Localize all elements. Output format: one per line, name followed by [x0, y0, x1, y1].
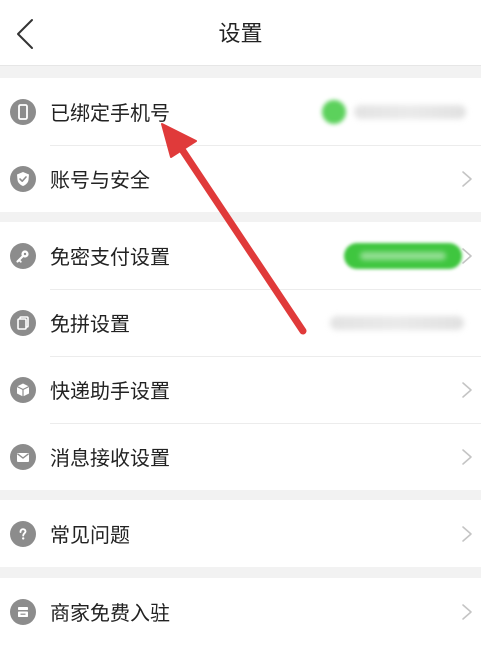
shield-check-icon [10, 165, 36, 192]
chevron-right-icon [462, 603, 472, 620]
settings-row-label: 已绑定手机号 [50, 101, 170, 125]
chevron-right-icon [462, 170, 472, 187]
chevron-right-icon [462, 525, 472, 542]
chevron-right-icon [462, 381, 472, 398]
chevron-right-icon [462, 448, 472, 465]
enabled-status-pill [344, 242, 462, 269]
settings-row-courier-assistant[interactable]: 快递助手设置 [0, 356, 481, 423]
package-icon [10, 376, 36, 403]
settings-row-message-receive[interactable]: 消息接收设置 [0, 423, 481, 490]
settings-row-bound-phone[interactable]: 已绑定手机号 [0, 78, 481, 145]
settings-row-label: 免密支付设置 [50, 245, 170, 269]
settings-row-no-group-buy[interactable]: 免拼设置 [0, 289, 481, 356]
verified-status-icon [322, 99, 346, 124]
settings-row-label: 商家免费入驻 [50, 601, 170, 625]
settings-row-account-security[interactable]: 账号与安全 [0, 145, 481, 212]
phone-icon [10, 98, 36, 125]
settings-row-merchant-join[interactable]: 商家免费入驻 [0, 578, 481, 645]
settings-group-preferences: 免密支付设置 免拼设置 快递助手设置 消息接收设置 [0, 222, 481, 490]
settings-group-help: 常见问题 [0, 500, 481, 567]
settings-row-faq[interactable]: 常见问题 [0, 500, 481, 567]
settings-group-merchant: 商家免费入驻 [0, 578, 481, 645]
settings-group-account: 已绑定手机号 账号与安全 [0, 78, 481, 212]
chevron-right-icon [462, 247, 472, 264]
settings-row-password-free-pay[interactable]: 免密支付设置 [0, 222, 481, 289]
mail-icon [10, 443, 36, 470]
key-icon [10, 242, 36, 269]
settings-row-label: 免拼设置 [50, 312, 130, 336]
settings-row-label: 消息接收设置 [50, 446, 170, 470]
settings-row-label: 账号与安全 [50, 168, 150, 192]
question-icon [10, 520, 36, 547]
setting-value-redacted [330, 315, 464, 330]
settings-row-label: 常见问题 [50, 523, 130, 547]
page-title: 设置 [218, 22, 263, 47]
store-icon [10, 598, 36, 625]
nav-bar: 设置 [0, 0, 481, 66]
settings-row-label: 快递助手设置 [50, 379, 170, 403]
copy-icon [10, 309, 36, 336]
phone-number-value-redacted [354, 104, 466, 119]
